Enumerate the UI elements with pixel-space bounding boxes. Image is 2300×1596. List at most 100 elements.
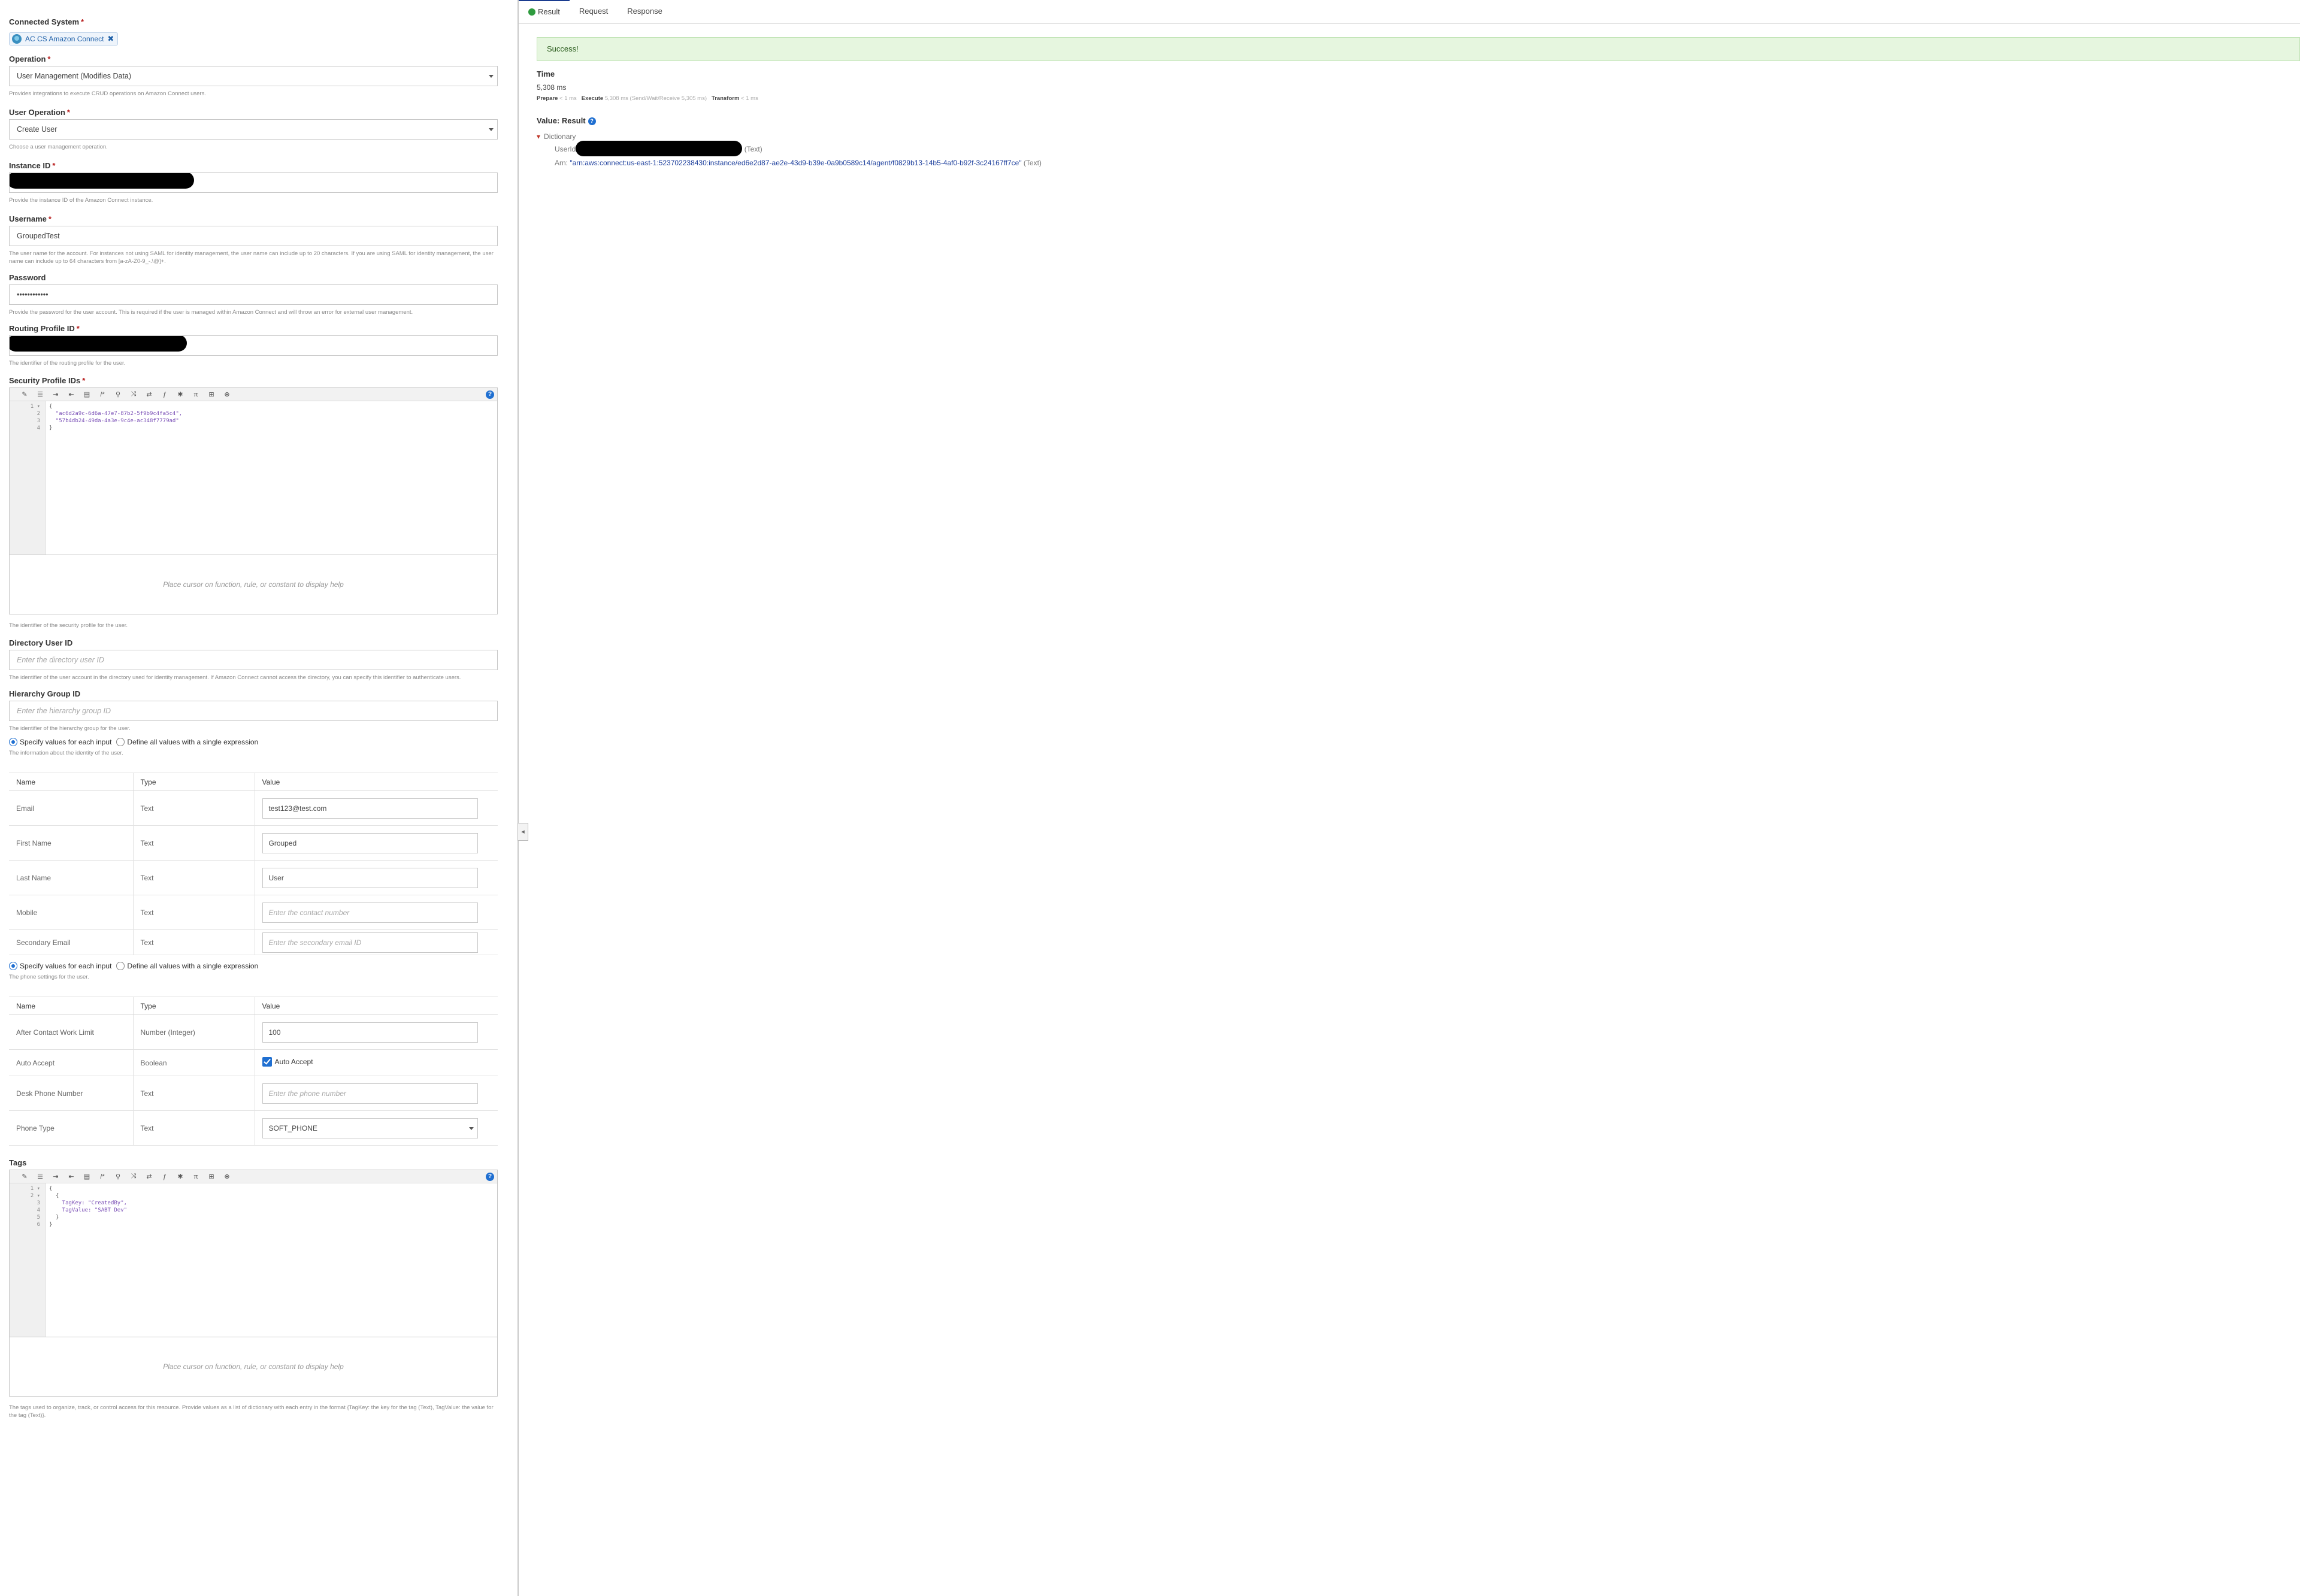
email-input[interactable]: test123@test.com <box>262 798 478 819</box>
username-help: The user name for the account. For insta… <box>9 250 494 265</box>
dropdown-caret-icon <box>489 128 494 131</box>
radio-specify-each[interactable] <box>9 738 17 746</box>
after-contact-work-limit-input[interactable]: 100 <box>262 1022 478 1043</box>
outdent-icon[interactable]: ⇤ <box>63 1173 79 1180</box>
phone-config-table: Name Type Value After Contact Work Limit… <box>9 997 498 1146</box>
zoom-icon[interactable]: ⊕ <box>219 390 235 398</box>
instance-id-label: Instance ID * <box>9 161 56 170</box>
list-icon[interactable]: ▤ <box>79 390 95 398</box>
rule-icon[interactable]: ✱ <box>172 390 188 398</box>
table-row: Email Text test123@test.com <box>9 791 498 826</box>
secondary-email-input[interactable]: Enter the secondary email ID <box>262 932 478 953</box>
operation-select[interactable]: User Management (Modifies Data) <box>9 66 498 86</box>
format-icon[interactable]: ☰ <box>32 390 48 398</box>
hierarchy-group-id-help: The identifier of the hierarchy group fo… <box>9 725 131 732</box>
expand-icon[interactable]: ⊞ <box>204 1173 219 1180</box>
operation-help: Provides integrations to execute CRUD op… <box>9 90 206 97</box>
expression-toolbar: ✎ ☰ ⇥ ⇤ ▤ /* ⚲ ⤨ ⇄ ƒ ✱ π ⊞ ⊕ ? <box>10 388 497 401</box>
radio-specify-each[interactable] <box>9 962 17 970</box>
phase-breakdown: Prepare < 1 ms Execute 5,308 ms (Send/Wa… <box>537 95 758 102</box>
result-tree: ▾ Dictionary UserId (Text) Arn: "arn:aws:… <box>537 131 1042 168</box>
indent-icon[interactable]: ⇥ <box>48 390 63 398</box>
function-icon[interactable]: ƒ <box>157 391 172 398</box>
table-row: First Name Text Grouped <box>9 825 498 861</box>
format-icon[interactable]: ☰ <box>32 1173 48 1180</box>
hierarchy-group-id-input[interactable]: Enter the hierarchy group ID <box>9 701 498 721</box>
phone-type-select[interactable]: SOFT_PHONE <box>262 1117 478 1138</box>
directory-user-id-label: Directory User ID <box>9 638 73 647</box>
table-row: Desk Phone Number Text Enter the phone n… <box>9 1076 498 1111</box>
connected-system-pill[interactable]: AC CS Amazon Connect ✖ <box>9 32 119 46</box>
redaction-mark <box>10 336 187 352</box>
rule-icon[interactable]: ✱ <box>172 1173 188 1180</box>
checkbox-checked-icon <box>262 1057 272 1067</box>
comment-icon[interactable]: /* <box>95 391 110 398</box>
table-row: Auto Accept Boolean Auto Accept <box>9 1049 498 1076</box>
desk-phone-number-input[interactable]: Enter the phone number <box>262 1083 478 1104</box>
function-icon[interactable]: ƒ <box>157 1173 172 1180</box>
table-row: Secondary Email Text Enter the secondary… <box>9 929 498 955</box>
expression-code[interactable]: { "ac6d2a9c-6d6a-47e7-87b2-5f9b9c4fa5c4"… <box>46 401 497 555</box>
expression-code[interactable]: { { TagKey: "CreatedBy", TagValue: "SABT… <box>46 1183 497 1337</box>
identity-info-help: The information about the identity of th… <box>9 750 123 756</box>
close-braces-icon[interactable]: ⤨ <box>126 390 141 398</box>
tags-help: The tags used to organize, track, or con… <box>9 1404 494 1419</box>
column-header-value: Value <box>254 997 498 1015</box>
directory-user-id-input[interactable]: Enter the directory user ID <box>9 650 498 670</box>
success-banner: Success! <box>537 37 2300 61</box>
search-icon[interactable]: ⚲ <box>110 390 126 398</box>
indent-icon[interactable]: ⇥ <box>48 1173 63 1180</box>
close-braces-icon[interactable]: ⤨ <box>126 1173 141 1180</box>
password-input[interactable]: •••••••••••• <box>9 284 498 305</box>
replace-icon[interactable]: ⇄ <box>141 390 157 398</box>
zoom-icon[interactable]: ⊕ <box>219 1173 235 1180</box>
password-label: Password <box>9 273 46 282</box>
help-icon[interactable]: ? <box>486 1173 494 1181</box>
auto-accept-checkbox[interactable]: Auto Accept <box>262 1057 313 1067</box>
column-header-type: Type <box>132 773 255 791</box>
phone-config-help: The phone settings for the user. <box>9 974 89 980</box>
user-operation-select[interactable]: Create User <box>9 119 498 140</box>
expand-icon[interactable]: ⊞ <box>204 390 219 398</box>
help-icon[interactable]: ? <box>486 390 494 399</box>
username-label: Username * <box>9 214 52 223</box>
first-name-input[interactable]: Grouped <box>262 832 478 853</box>
magic-wand-icon[interactable]: ✎ <box>17 1173 32 1180</box>
tags-editor[interactable]: ✎ ☰ ⇥ ⇤ ▤ /* ⚲ ⤨ ⇄ ƒ ✱ π ⊞ ⊕ ? 1 ▾ 2 ▾ 3… <box>9 1170 498 1397</box>
instance-id-help: Provide the instance ID of the Amazon Co… <box>9 197 153 204</box>
magic-wand-icon[interactable]: ✎ <box>17 390 32 398</box>
phone-config-mode: Specify values for each input Define all… <box>9 960 500 972</box>
outdent-icon[interactable]: ⇤ <box>63 390 79 398</box>
mobile-input[interactable]: Enter the contact number <box>262 902 478 923</box>
column-header-name: Name <box>9 773 133 791</box>
constant-icon[interactable]: π <box>188 391 204 398</box>
collapse-triangle-icon[interactable]: ▾ <box>537 132 540 141</box>
search-icon[interactable]: ⚲ <box>110 1173 126 1180</box>
radio-single-expression[interactable] <box>116 962 125 970</box>
identity-info-table: Name Type Value Email Text test123@test.… <box>9 773 498 955</box>
time-value: 5,308 ms <box>537 83 567 92</box>
list-icon[interactable]: ▤ <box>79 1173 95 1180</box>
column-header-type: Type <box>132 997 255 1015</box>
tab-response[interactable]: Response <box>618 0 672 23</box>
help-icon[interactable]: ? <box>588 117 596 126</box>
instance-id-input[interactable] <box>9 172 498 193</box>
security-profile-ids-help: The identifier of the security profile f… <box>9 622 128 629</box>
routing-profile-id-input[interactable] <box>9 335 498 356</box>
table-row: Last Name Text User <box>9 860 498 895</box>
constant-icon[interactable]: π <box>188 1173 204 1180</box>
tab-result[interactable]: Result <box>519 0 570 23</box>
editor-hint: Place cursor on function, rule, or const… <box>163 1362 344 1371</box>
amazon-connect-icon <box>12 34 22 44</box>
table-row: After Contact Work Limit Number (Integer… <box>9 1014 498 1050</box>
security-profile-ids-label: Security Profile IDs * <box>9 376 86 385</box>
comment-icon[interactable]: /* <box>95 1173 110 1180</box>
last-name-input[interactable]: User <box>262 867 478 888</box>
username-input[interactable]: GroupedTest <box>9 226 498 246</box>
remove-icon[interactable]: ✖ <box>107 34 114 44</box>
replace-icon[interactable]: ⇄ <box>141 1173 157 1180</box>
redaction-mark <box>10 173 194 189</box>
tab-request[interactable]: Request <box>570 0 618 23</box>
security-profile-ids-editor[interactable]: ✎ ☰ ⇥ ⇤ ▤ /* ⚲ ⤨ ⇄ ƒ ✱ π ⊞ ⊕ ? 1 ▾ 2 3 4… <box>9 387 498 614</box>
radio-single-expression[interactable] <box>116 738 125 746</box>
